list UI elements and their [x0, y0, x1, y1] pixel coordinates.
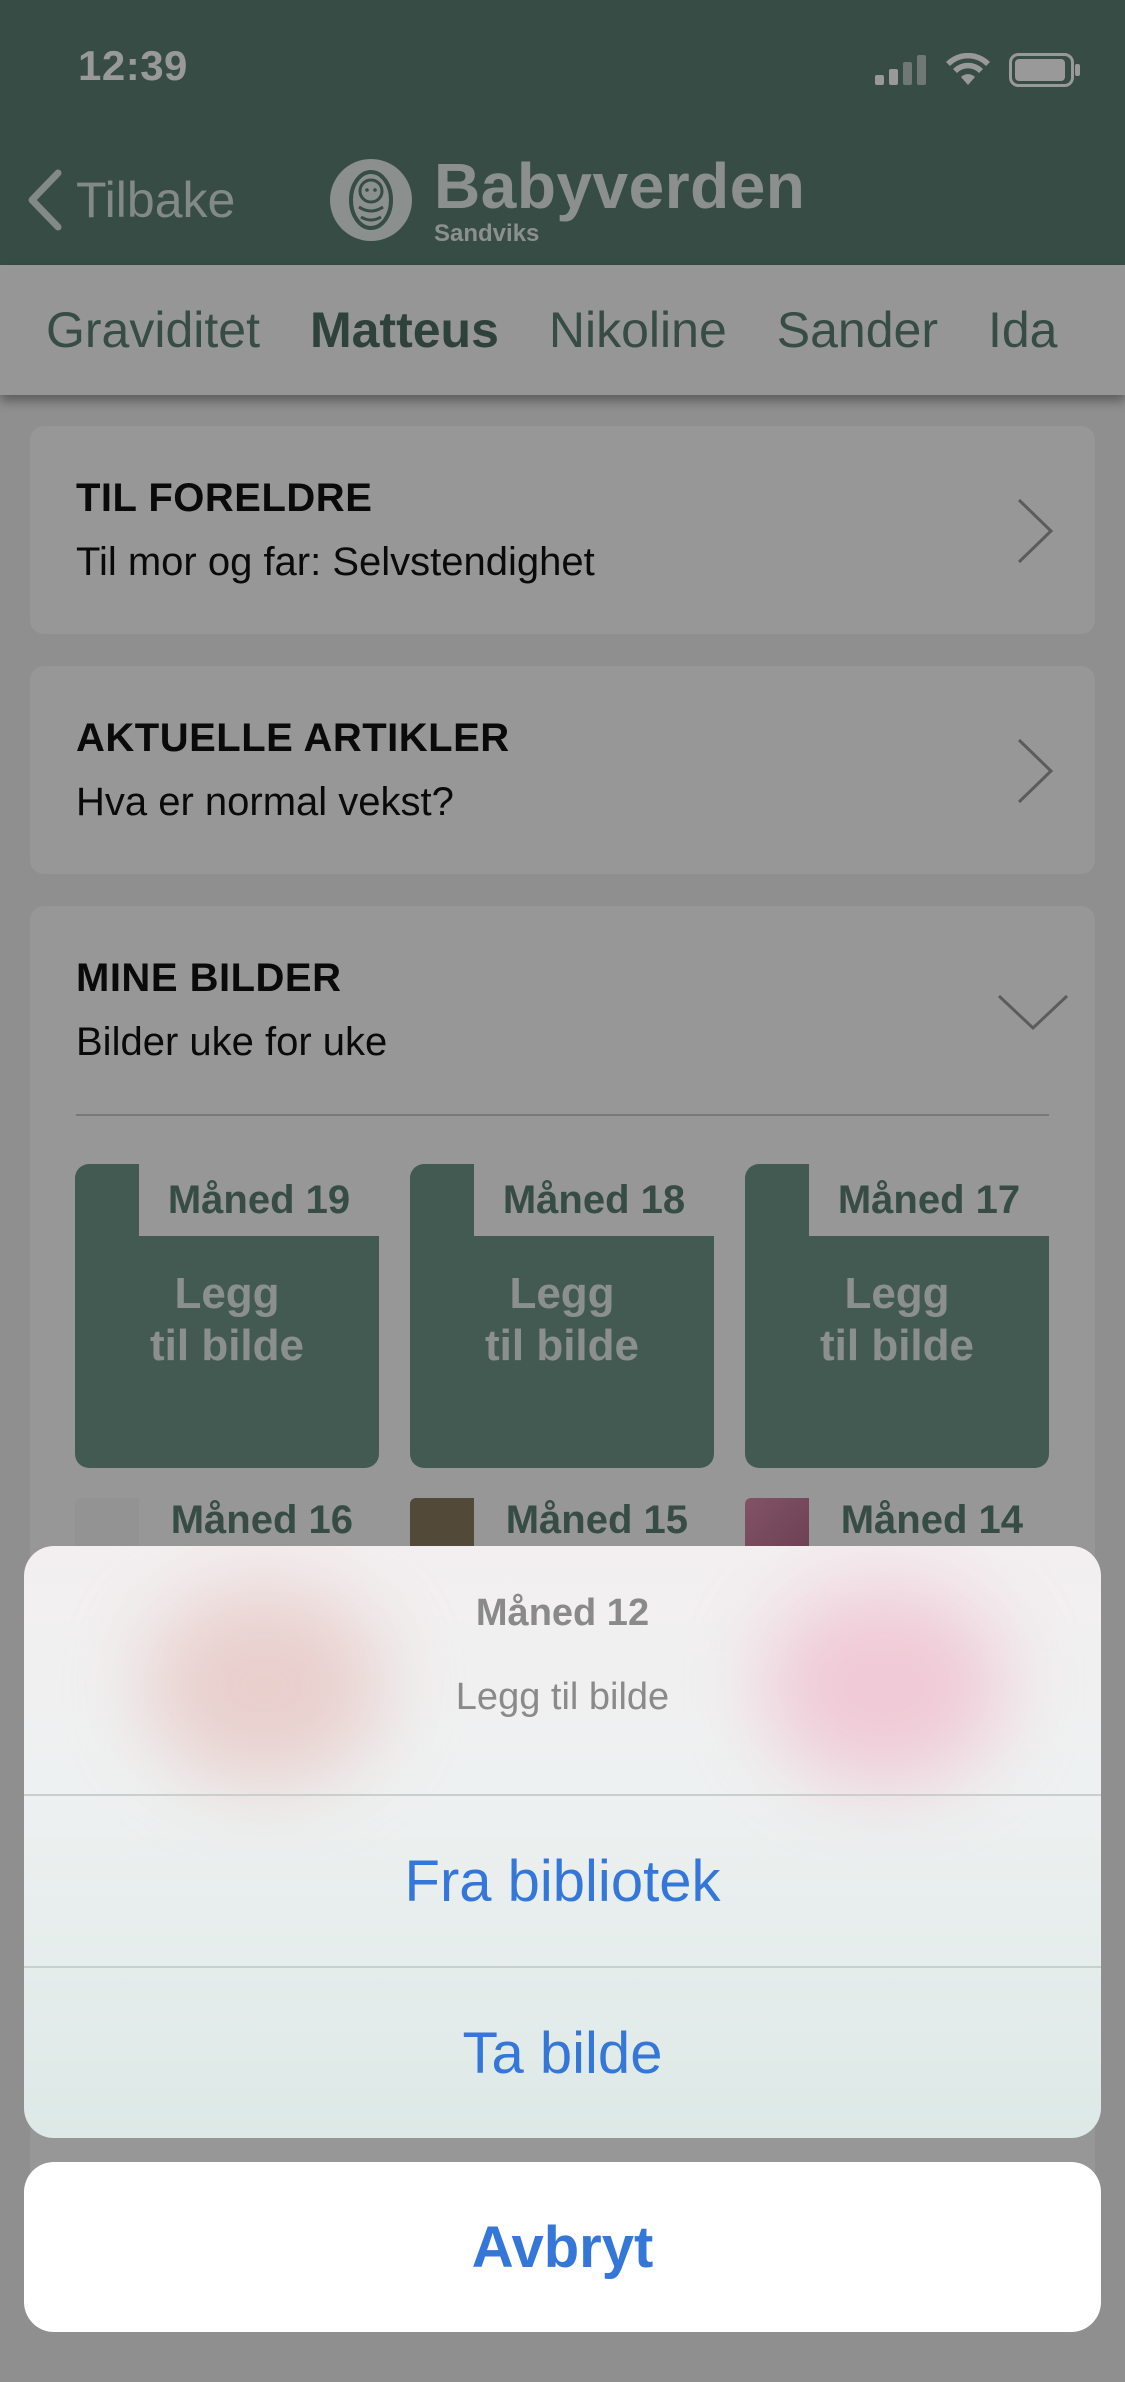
action-sheet-header: Måned 12 Legg til bilde — [24, 1546, 1101, 1794]
cancel-button[interactable]: Avbryt — [24, 2162, 1101, 2332]
action-sheet: Måned 12 Legg til bilde Fra bibliotek Ta… — [24, 1546, 1101, 2138]
take-photo-button[interactable]: Ta bilde — [24, 1968, 1101, 2138]
action-sheet-message: Legg til bilde — [455, 1676, 670, 1718]
from-library-button[interactable]: Fra bibliotek — [24, 1796, 1101, 1966]
action-sheet-title: Måned 12 — [475, 1592, 650, 1634]
